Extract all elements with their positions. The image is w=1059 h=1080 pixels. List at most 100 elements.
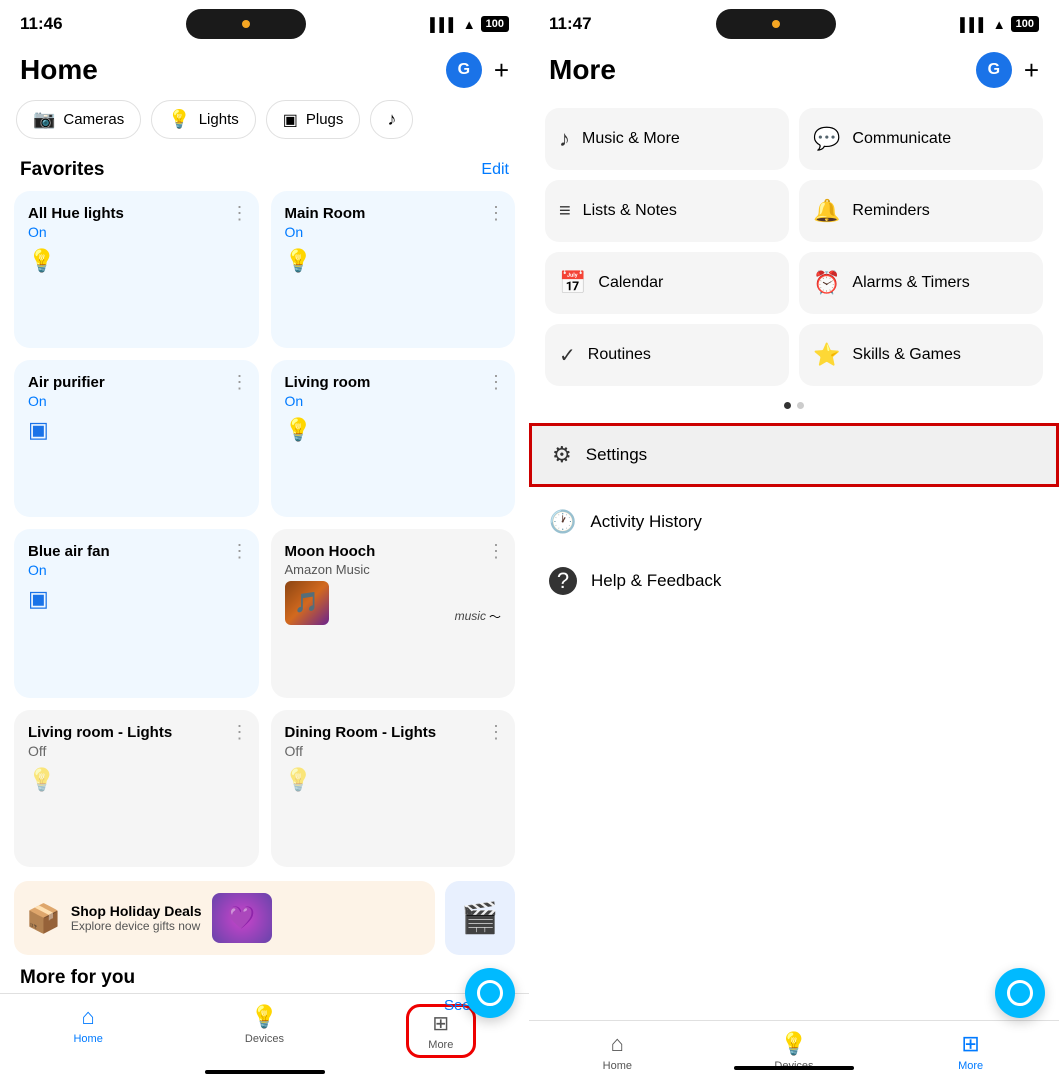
add-button-left[interactable]: + — [494, 55, 509, 86]
promo-section: 📦 Shop Holiday Deals Explore device gift… — [0, 867, 529, 963]
menu-lists-notes[interactable]: ≡ Lists & Notes — [545, 180, 789, 242]
more-tab-label-left: More — [428, 1039, 453, 1051]
promo-card[interactable]: 📦 Shop Holiday Deals Explore device gift… — [14, 881, 435, 955]
card-moon-hooch-name: Moon Hooch — [285, 543, 502, 560]
status-bar-right: 11:47 ▌▌▌ ▲ 100 — [529, 0, 1059, 44]
category-plugs[interactable]: ▣ Plugs — [266, 100, 361, 139]
routines-label: Routines — [588, 346, 651, 364]
card-living-room-name: Living room — [285, 374, 502, 391]
alarms-icon: ⏰ — [813, 270, 840, 296]
reminders-icon: 🔔 — [813, 198, 840, 224]
pill-dot-left — [242, 20, 250, 28]
menu-reminders[interactable]: 🔔 Reminders — [799, 180, 1043, 242]
devices-tab-icon-right: 💡 — [780, 1031, 807, 1057]
card-living-room-lights-status: Off — [28, 743, 245, 759]
home-indicator-left — [205, 1070, 325, 1074]
wifi-icon: ▲ — [463, 17, 476, 32]
card-living-room-lights-icon: 💡 — [28, 767, 245, 793]
battery-left: 100 — [481, 16, 509, 32]
promo-card-2[interactable]: 🎬 — [445, 881, 515, 955]
alexa-fab-right[interactable] — [995, 968, 1045, 1018]
card-living-room-lights[interactable]: Living room - Lights Off 💡 ⋮ — [14, 710, 259, 867]
lights-label: Lights — [199, 111, 239, 128]
promo-subtitle: Explore device gifts now — [71, 919, 202, 933]
card-moon-hooch-status: Amazon Music — [285, 562, 502, 577]
tab-devices-left[interactable]: 💡 Devices — [229, 1004, 299, 1045]
help-icon: ? — [549, 567, 577, 595]
lights-icon: 💡 — [168, 109, 190, 130]
card-living-room[interactable]: Living room On 💡 ⋮ — [271, 360, 516, 517]
card-all-hue-status: On — [28, 224, 245, 240]
left-screen: 11:46 ▌▌▌ ▲ 100 Home G + 📷 Cameras 💡 Lig… — [0, 0, 529, 1080]
card-air-purifier-icon: ▣ — [28, 417, 245, 443]
more-tab-label-right: More — [958, 1060, 983, 1072]
communicate-icon: 💬 — [813, 126, 840, 152]
card-blue-air-fan[interactable]: Blue air fan On ▣ ⋮ — [14, 529, 259, 699]
card-living-room-lights-name: Living room - Lights — [28, 724, 245, 741]
calendar-icon: 📅 — [559, 270, 586, 296]
promo-text: Shop Holiday Deals Explore device gifts … — [71, 903, 202, 933]
edit-button[interactable]: Edit — [481, 161, 509, 179]
card-living-room-lights-more[interactable]: ⋮ — [231, 722, 249, 743]
tab-bar-right: ⌂ Home 💡 Devices ⊞ More — [529, 1020, 1059, 1080]
home-indicator-right — [734, 1066, 854, 1070]
card-blue-air-fan-more[interactable]: ⋮ — [231, 541, 249, 562]
pill-dot-right — [772, 20, 780, 28]
favorites-header: Favorites Edit — [0, 155, 529, 191]
wifi-icon-right: ▲ — [993, 17, 1006, 32]
tab-more-right[interactable]: ⊞ More — [936, 1031, 1006, 1072]
dot-1 — [784, 402, 791, 409]
activity-history-row[interactable]: 🕐 Activity History — [529, 493, 1059, 551]
card-dining-room-lights-more[interactable]: ⋮ — [487, 722, 505, 743]
card-air-purifier-status: On — [28, 393, 245, 409]
header-actions-right: G + — [976, 52, 1039, 88]
lists-notes-label: Lists & Notes — [583, 202, 677, 220]
categories-row: 📷 Cameras 💡 Lights ▣ Plugs ♪ — [0, 100, 529, 155]
card-moon-hooch[interactable]: Moon Hooch Amazon Music 🎵 music 〜 ⋮ — [271, 529, 516, 699]
menu-music-more[interactable]: ♪ Music & More — [545, 108, 789, 170]
card-living-room-more[interactable]: ⋮ — [487, 372, 505, 393]
help-feedback-label: Help & Feedback — [591, 571, 721, 591]
promo-title: Shop Holiday Deals — [71, 903, 202, 919]
add-button-right[interactable]: + — [1024, 55, 1039, 86]
routines-icon: ✓ — [559, 343, 576, 368]
category-music[interactable]: ♪ — [370, 100, 413, 139]
card-main-room-more[interactable]: ⋮ — [487, 203, 505, 224]
card-main-room[interactable]: Main Room On 💡 ⋮ — [271, 191, 516, 348]
more-menu-grid: ♪ Music & More 💬 Communicate ≡ Lists & N… — [529, 100, 1059, 394]
tab-home-right[interactable]: ⌂ Home — [582, 1031, 652, 1072]
menu-routines[interactable]: ✓ Routines — [545, 324, 789, 386]
menu-communicate[interactable]: 💬 Communicate — [799, 108, 1043, 170]
card-dining-room-lights[interactable]: Dining Room - Lights Off 💡 ⋮ — [271, 710, 516, 867]
card-living-room-icon: 💡 — [285, 417, 502, 443]
home-tab-icon: ⌂ — [82, 1004, 95, 1030]
status-bar-left: 11:46 ▌▌▌ ▲ 100 — [0, 0, 529, 44]
menu-skills-games[interactable]: ⭐ Skills & Games — [799, 324, 1043, 386]
category-lights[interactable]: 💡 Lights — [151, 100, 255, 139]
tab-home-left[interactable]: ⌂ Home — [53, 1004, 123, 1045]
more-header: More G + — [529, 44, 1059, 100]
menu-alarms-timers[interactable]: ⏰ Alarms & Timers — [799, 252, 1043, 314]
card-dining-room-lights-status: Off — [285, 743, 502, 759]
reminders-label: Reminders — [852, 202, 929, 220]
card-all-hue-more[interactable]: ⋮ — [231, 203, 249, 224]
plugs-label: Plugs — [306, 111, 344, 128]
favorites-title: Favorites — [20, 159, 104, 181]
avatar-right[interactable]: G — [976, 52, 1012, 88]
help-feedback-row[interactable]: ? Help & Feedback — [529, 551, 1059, 611]
settings-row[interactable]: ⚙ Settings — [529, 423, 1059, 487]
card-air-purifier[interactable]: Air purifier On ▣ ⋮ — [14, 360, 259, 517]
right-screen: 11:47 ▌▌▌ ▲ 100 More G + ♪ Music & More … — [529, 0, 1059, 1080]
card-moon-hooch-more[interactable]: ⋮ — [487, 541, 505, 562]
music-cat-icon: ♪ — [387, 109, 396, 130]
status-icons-left: ▌▌▌ ▲ 100 — [430, 16, 509, 32]
card-air-purifier-name: Air purifier — [28, 374, 245, 391]
menu-calendar[interactable]: 📅 Calendar — [545, 252, 789, 314]
card-all-hue[interactable]: All Hue lights On 💡 ⋮ — [14, 191, 259, 348]
settings-icon: ⚙ — [552, 442, 572, 468]
header-actions-left: G + — [446, 52, 509, 88]
category-cameras[interactable]: 📷 Cameras — [16, 100, 141, 139]
avatar-left[interactable]: G — [446, 52, 482, 88]
alexa-fab-left[interactable] — [465, 968, 515, 1018]
card-air-purifier-more[interactable]: ⋮ — [231, 372, 249, 393]
